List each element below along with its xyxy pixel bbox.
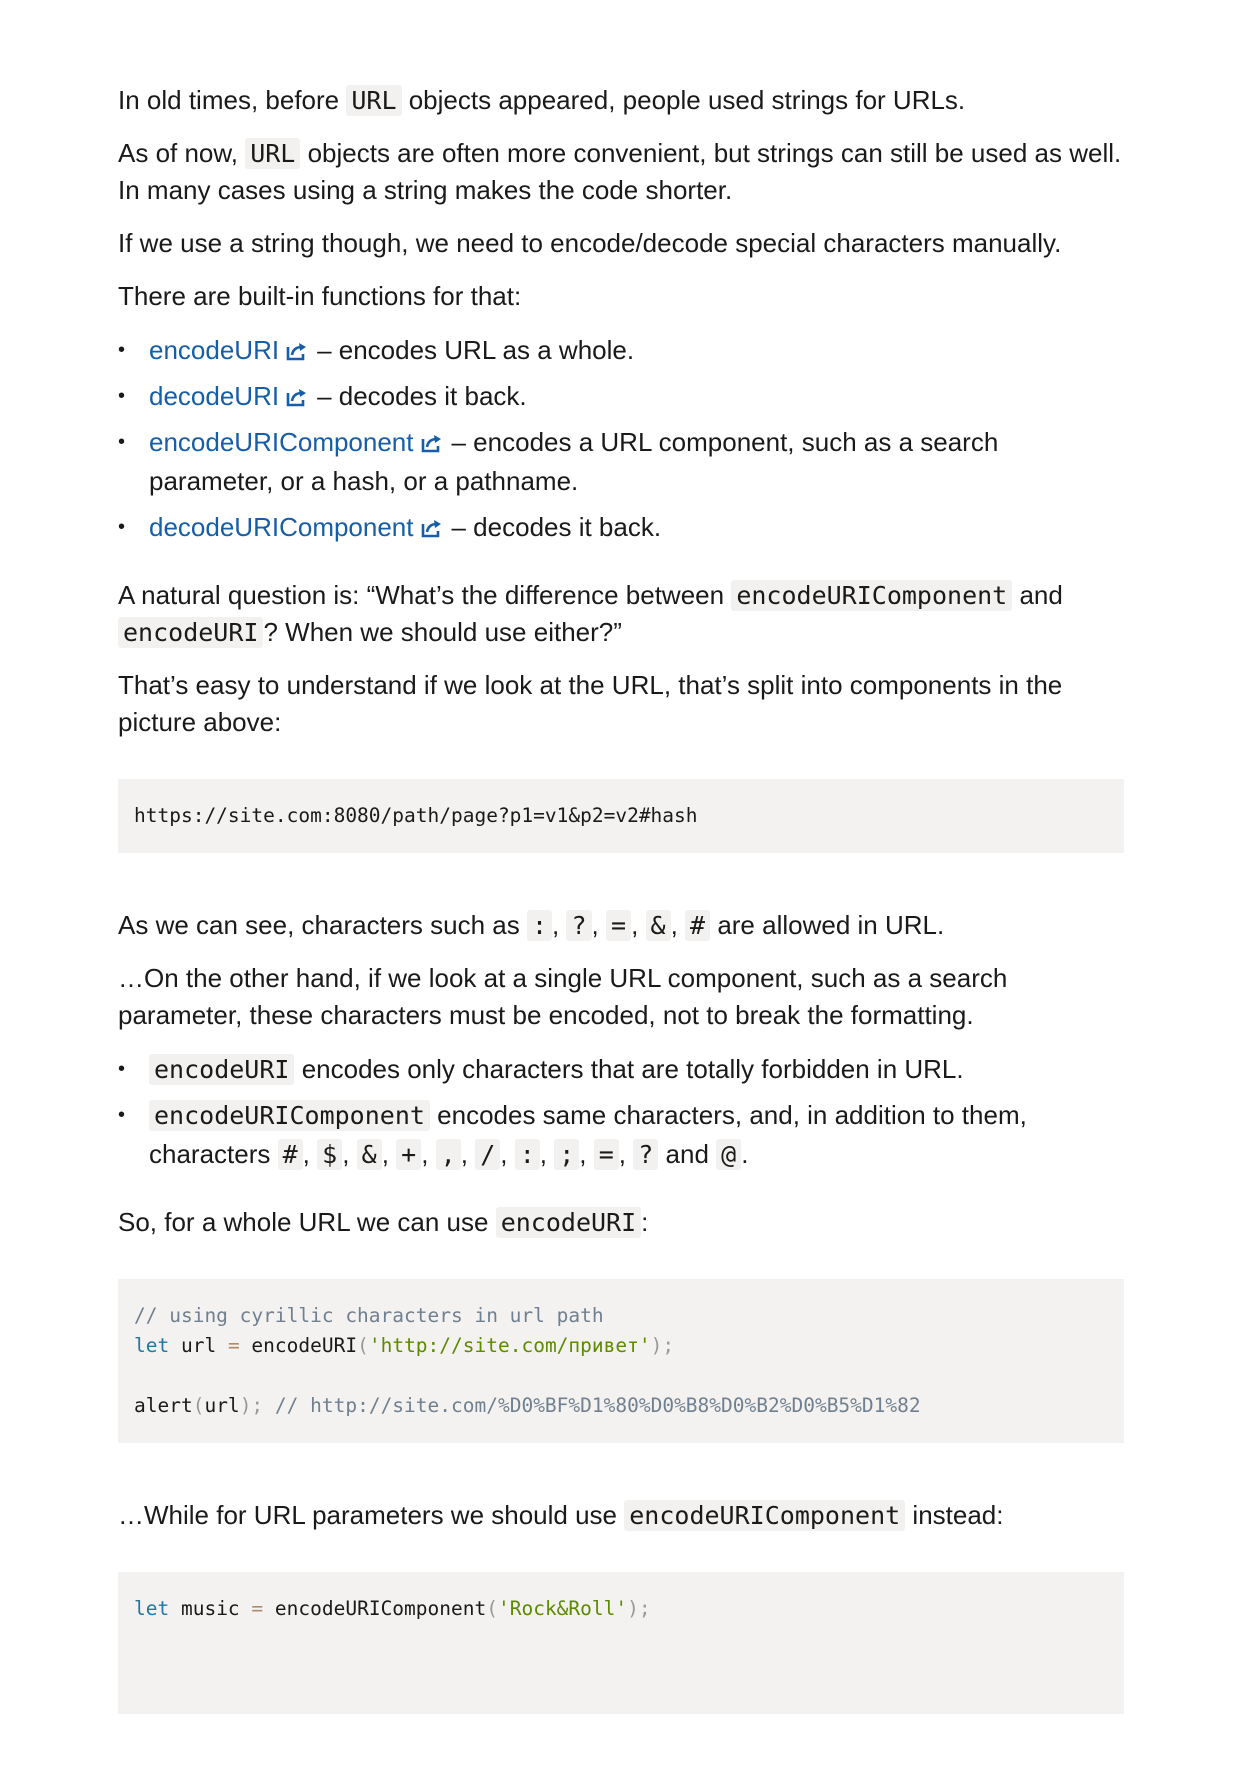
inline-code: $ bbox=[317, 1139, 343, 1170]
article: In old times, before URL objects appeare… bbox=[118, 82, 1124, 1768]
inline-code: @ bbox=[716, 1139, 742, 1170]
code-block-encodeuricomponent: let music = encodeURIComponent('Rock&Rol… bbox=[118, 1572, 1124, 1714]
list-item: encodeURIComponent encodes same characte… bbox=[118, 1096, 1124, 1174]
inline-code: # bbox=[685, 910, 711, 941]
inline-code: URL bbox=[245, 138, 301, 169]
paragraph-builtins: There are built-in functions for that: bbox=[118, 281, 522, 311]
inline-code: ? bbox=[566, 910, 592, 941]
external-link-icon[interactable] bbox=[420, 432, 444, 454]
inline-code: = bbox=[606, 910, 632, 941]
list-item: encodeURI encodes only characters that a… bbox=[118, 1050, 1124, 1089]
link-decodeuri[interactable]: decodeURI bbox=[149, 381, 279, 411]
link-encodeuricomponent[interactable]: encodeURIComponent bbox=[149, 427, 414, 457]
inline-code: / bbox=[475, 1139, 501, 1170]
inline-code: encodeURI bbox=[118, 617, 264, 648]
inline-code: , bbox=[435, 1139, 461, 1170]
inline-code: ? bbox=[633, 1139, 659, 1170]
inline-code: & bbox=[356, 1139, 382, 1170]
inline-code: ; bbox=[554, 1139, 580, 1170]
link-encodeuri[interactable]: encodeURI bbox=[149, 335, 279, 365]
paragraph-other-hand: …On the other hand, if we look at a sing… bbox=[118, 963, 1008, 1030]
inline-code: encodeURI bbox=[495, 1207, 642, 1238]
link-decodeuricomponent[interactable]: decodeURIComponent bbox=[149, 512, 414, 542]
list-item: encodeURI– encodes URL as a whole. bbox=[118, 331, 1124, 370]
code-block-url: https://site.com:8080/path/page?p1=v1&p2… bbox=[118, 779, 1124, 853]
list-item: encodeURIComponent– encodes a URL compon… bbox=[118, 423, 1124, 501]
encode-list: encodeURI encodes only characters that a… bbox=[118, 1050, 1124, 1174]
paragraph-now: As of now, URL objects are often more co… bbox=[118, 138, 1122, 205]
inline-code: & bbox=[645, 910, 671, 941]
paragraph-intro: In old times, before URL objects appeare… bbox=[118, 85, 966, 116]
inline-code: encodeURIComponent bbox=[149, 1100, 430, 1131]
inline-code: URL bbox=[346, 85, 402, 116]
inline-code: : bbox=[514, 1139, 540, 1170]
paragraph-encode: If we use a string though, we need to en… bbox=[118, 228, 1062, 258]
list-item: decodeURIComponent– decodes it back. bbox=[118, 508, 1124, 547]
paragraph-question: A natural question is: “What’s the diffe… bbox=[118, 580, 1063, 648]
paragraph-allowed: As we can see, characters such as :, ?, … bbox=[118, 910, 945, 941]
external-link-icon[interactable] bbox=[285, 340, 309, 362]
paragraph-whole-url: So, for a whole URL we can use encodeURI… bbox=[118, 1207, 649, 1238]
list-item: decodeURI– decodes it back. bbox=[118, 377, 1124, 416]
paragraph-params: …While for URL parameters we should use … bbox=[118, 1500, 1004, 1531]
inline-code: encodeURIComponent bbox=[731, 580, 1013, 611]
external-link-icon[interactable] bbox=[420, 517, 444, 539]
code-block-encodeuri: // using cyrillic characters in url path… bbox=[118, 1279, 1124, 1443]
inline-code: : bbox=[526, 910, 553, 941]
inline-code: = bbox=[593, 1139, 619, 1170]
inline-code: # bbox=[277, 1139, 303, 1170]
inline-code: encodeURI bbox=[149, 1054, 295, 1085]
inline-code: + bbox=[396, 1139, 422, 1170]
external-link-icon[interactable] bbox=[285, 386, 309, 408]
functions-list: encodeURI– encodes URL as a whole. decod… bbox=[118, 331, 1124, 547]
inline-code: encodeURIComponent bbox=[624, 1500, 906, 1531]
paragraph-easy: That’s easy to understand if we look at … bbox=[118, 670, 1063, 737]
